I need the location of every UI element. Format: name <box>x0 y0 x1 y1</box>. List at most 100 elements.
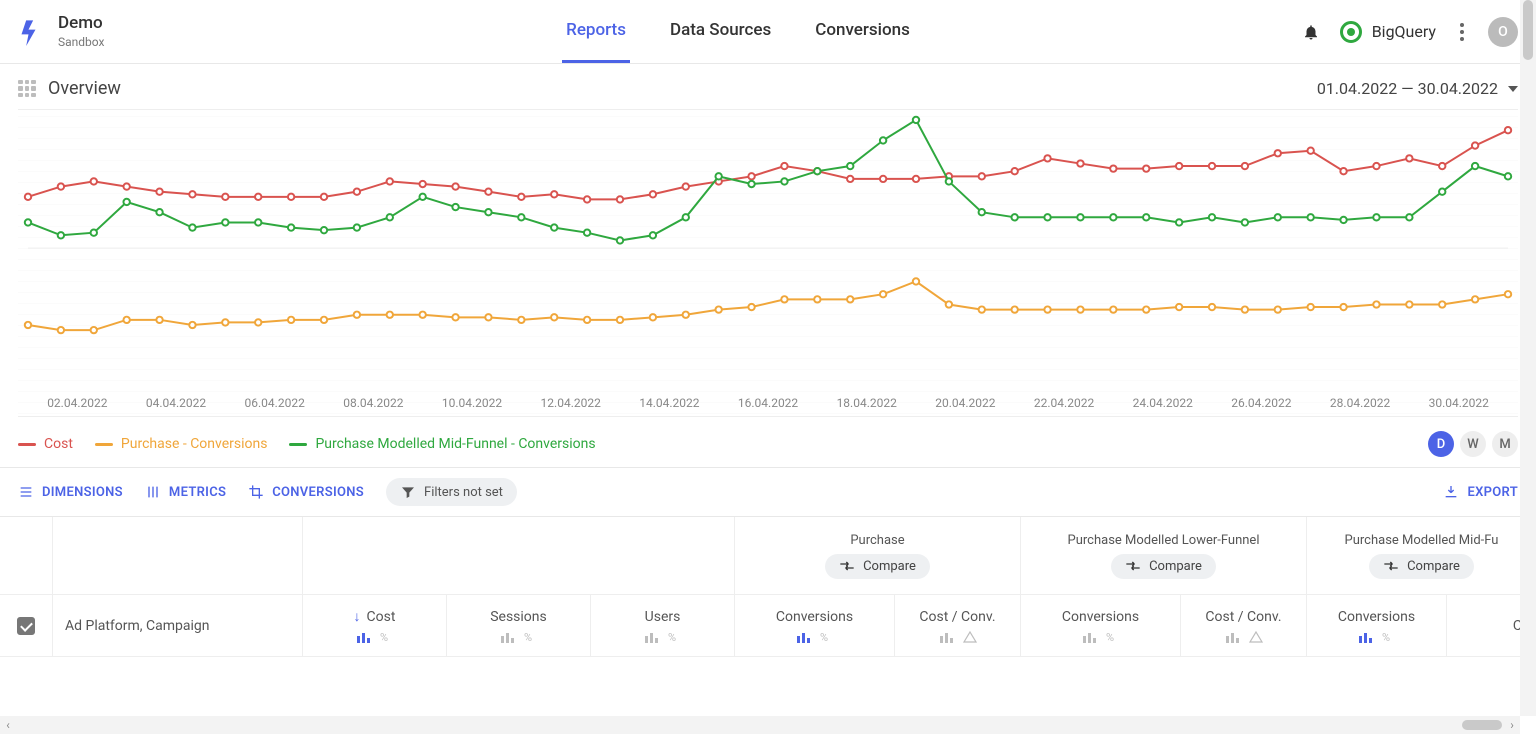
horizontal-scrollbar[interactable]: ‹ › <box>0 716 1520 734</box>
chart-legend: Cost Purchase - Conversions Purchase Model… <box>18 436 596 452</box>
compare-icon <box>1383 560 1399 572</box>
percent-icon[interactable]: % <box>668 631 682 643</box>
header-cost-per-conv-1[interactable]: Cost / Conv. <box>894 595 1020 656</box>
date-range-label: 01.04.2022 — 30.04.2022 <box>1317 79 1498 98</box>
compare-icon <box>839 560 855 572</box>
apps-grid-icon[interactable] <box>18 80 36 98</box>
legend-swatch <box>289 443 307 446</box>
percent-icon[interactable]: % <box>380 631 394 643</box>
bar-chart-icon[interactable] <box>644 631 658 643</box>
metrics-button[interactable]: METRICS <box>145 484 226 500</box>
x-tick-label: 22.04.2022 <box>1015 396 1114 410</box>
x-tick-label: 06.04.2022 <box>225 396 324 410</box>
header-cost-per-conv-2[interactable]: Cost / Conv. <box>1180 595 1306 656</box>
group-lower-funnel: Purchase Modelled Lower-Funnel Compare <box>1020 517 1306 594</box>
columns-icon <box>145 484 161 500</box>
header-conversions-3[interactable]: Conversions % <box>1306 595 1446 656</box>
legend-item[interactable]: Purchase - Conversions <box>95 436 268 452</box>
scroll-right-icon[interactable]: › <box>1504 718 1520 732</box>
header-dimension[interactable]: Ad Platform, Campaign <box>52 595 302 656</box>
compare-button-purchase[interactable]: Compare <box>825 554 930 579</box>
trend-chart[interactable]: 02.04.202204.04.202206.04.202208.04.2022… <box>18 109 1518 417</box>
header-users[interactable]: Users % <box>590 595 734 656</box>
chart-x-axis: 02.04.202204.04.202206.04.202208.04.2022… <box>18 396 1518 410</box>
header-conversions-2[interactable]: Conversions % <box>1020 595 1180 656</box>
date-range-picker[interactable]: 01.04.2022 — 30.04.2022 <box>1317 79 1518 98</box>
tab-data-sources[interactable]: Data Sources <box>666 0 775 63</box>
tab-conversions[interactable]: Conversions <box>811 0 914 63</box>
page-title: Overview <box>48 78 121 99</box>
top-nav: Reports Data Sources Conversions <box>218 0 1258 63</box>
svg-text:%: % <box>668 631 676 643</box>
table-toolbar: DIMENSIONS METRICS CONVERSIONS Filters n… <box>0 468 1536 517</box>
select-all-checkbox[interactable] <box>17 617 35 635</box>
download-icon <box>1443 484 1459 500</box>
export-button[interactable]: EXPORT <box>1443 484 1518 500</box>
percent-icon[interactable]: % <box>1106 631 1120 643</box>
x-tick-label: 28.04.2022 <box>1311 396 1410 410</box>
compare-button-lower-funnel[interactable]: Compare <box>1111 554 1216 579</box>
conversions-button[interactable]: CONVERSIONS <box>248 484 364 500</box>
legend-swatch <box>95 443 113 446</box>
app-header: Demo Sandbox Reports Data Sources Conver… <box>0 0 1536 64</box>
triangle-icon[interactable] <box>1249 631 1263 643</box>
list-icon <box>18 484 34 500</box>
vertical-scrollbar[interactable] <box>1520 0 1536 716</box>
header-sessions[interactable]: Sessions % <box>446 595 590 656</box>
user-avatar[interactable]: O <box>1488 17 1518 47</box>
tab-reports[interactable]: Reports <box>562 0 630 63</box>
group-dimension-col <box>52 517 302 594</box>
granularity-d[interactable]: D <box>1428 431 1454 457</box>
bar-chart-icon[interactable] <box>796 631 810 643</box>
x-tick-label: 04.04.2022 <box>127 396 226 410</box>
group-purchase: Purchase Compare <box>734 517 1020 594</box>
x-tick-label: 08.04.2022 <box>324 396 423 410</box>
percent-icon[interactable]: % <box>1382 631 1396 643</box>
compare-button-mid-funnel[interactable]: Compare <box>1369 554 1474 579</box>
bar-chart-icon[interactable] <box>500 631 514 643</box>
legend-label: Purchase Modelled Mid-Funnel - Conversio… <box>315 436 595 452</box>
granularity-m[interactable]: M <box>1492 431 1518 457</box>
legend-label: Cost <box>44 436 73 452</box>
x-tick-label: 30.04.2022 <box>1409 396 1508 410</box>
x-tick-label: 26.04.2022 <box>1212 396 1311 410</box>
dimensions-button[interactable]: DIMENSIONS <box>18 484 123 500</box>
bar-chart-icon[interactable] <box>356 631 370 643</box>
more-menu-icon[interactable] <box>1456 19 1468 45</box>
data-table: Purchase Compare Purchase Modelled Lower… <box>0 517 1536 657</box>
x-tick-label: 02.04.2022 <box>28 396 127 410</box>
x-tick-label: 24.04.2022 <box>1113 396 1212 410</box>
granularity-toggle: DWM <box>1428 431 1518 457</box>
database-status-icon <box>1340 21 1362 43</box>
svg-text:%: % <box>380 631 388 643</box>
bar-chart-icon[interactable] <box>1082 631 1096 643</box>
triangle-icon[interactable] <box>963 631 977 643</box>
database-selector[interactable]: BigQuery <box>1340 21 1436 43</box>
svg-text:%: % <box>524 631 532 643</box>
legend-item[interactable]: Cost <box>18 436 73 452</box>
table-group-row: Purchase Compare Purchase Modelled Lower… <box>0 517 1536 595</box>
app-logo-icon <box>18 18 46 46</box>
bar-chart-icon[interactable] <box>1358 631 1372 643</box>
percent-icon[interactable]: % <box>524 631 538 643</box>
scroll-left-icon[interactable]: ‹ <box>0 718 16 732</box>
legend-row: Cost Purchase - Conversions Purchase Model… <box>0 417 1536 468</box>
header-cost[interactable]: ↓Cost % <box>302 595 446 656</box>
subheader-left: Overview <box>18 78 121 99</box>
database-label: BigQuery <box>1372 22 1436 41</box>
notifications-icon[interactable] <box>1302 23 1320 41</box>
percent-icon[interactable]: % <box>820 631 834 643</box>
legend-item[interactable]: Purchase Modelled Mid-Funnel - Conversio… <box>289 436 595 452</box>
x-tick-label: 10.04.2022 <box>423 396 522 410</box>
group-metrics-col <box>302 517 734 594</box>
sort-desc-icon: ↓ <box>354 609 361 625</box>
filters-chip[interactable]: Filters not set <box>386 478 517 506</box>
group-checkbox-col <box>0 517 52 594</box>
brand-text: Demo Sandbox <box>58 14 104 49</box>
filter-icon <box>400 484 416 500</box>
granularity-w[interactable]: W <box>1460 431 1486 457</box>
header-conversions-1[interactable]: Conversions % <box>734 595 894 656</box>
bar-chart-icon[interactable] <box>1225 631 1239 643</box>
workspace-subtitle: Sandbox <box>58 35 104 49</box>
bar-chart-icon[interactable] <box>939 631 953 643</box>
